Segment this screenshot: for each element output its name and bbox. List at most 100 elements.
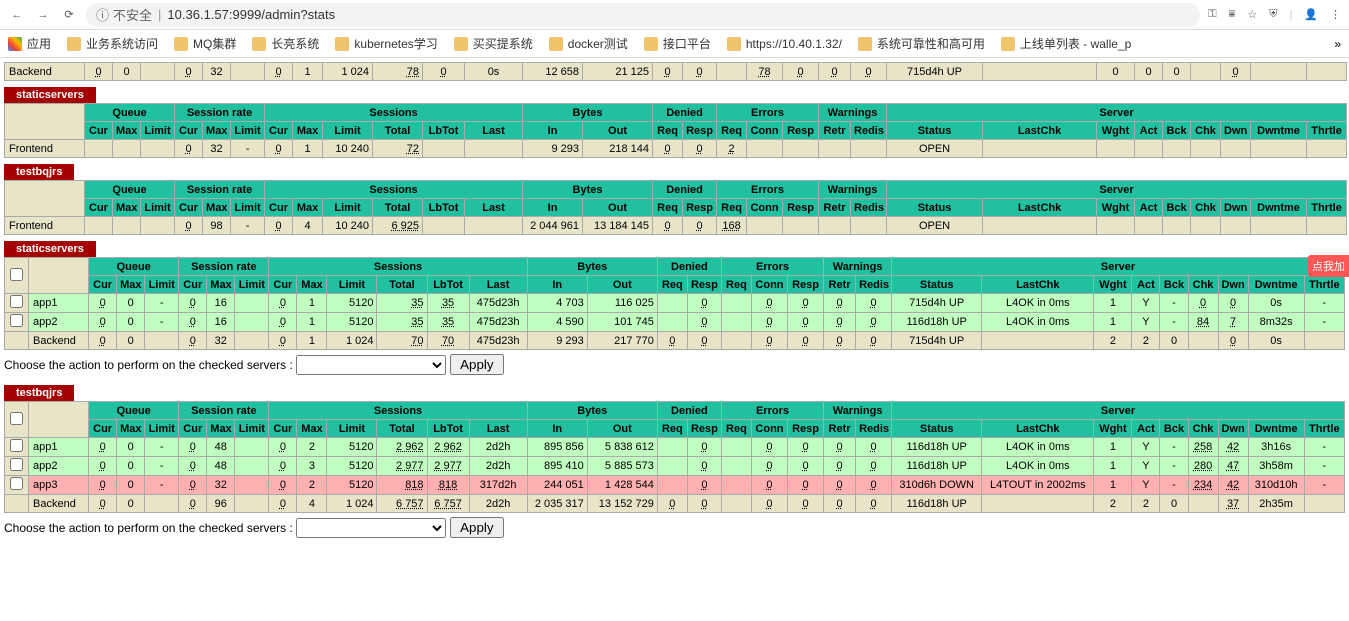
back-button[interactable]: ← — [8, 6, 26, 24]
cell-b_in: 9 293 — [527, 332, 587, 350]
key-icon[interactable]: ⚿ — [1208, 8, 1216, 21]
cell-s_tot: 818 — [377, 476, 427, 495]
section-title[interactable]: testbqjrs — [4, 164, 74, 180]
select-all-checkbox[interactable] — [10, 268, 23, 281]
bookmark-item[interactable]: 长亮系统 — [252, 35, 319, 52]
cell-w_red — [851, 217, 887, 235]
cell-d_req — [657, 438, 687, 457]
bookmark-item[interactable]: 上线单列表 - walle_p — [1001, 35, 1131, 52]
bookmarks-overflow[interactable]: » — [1334, 37, 1341, 51]
cell-bck: 0 — [1160, 495, 1188, 513]
shield-icon[interactable]: ⛨ — [1269, 8, 1277, 21]
cell-thrtle: - — [1304, 313, 1344, 332]
cell-dwn — [1221, 217, 1251, 235]
cell-bck: - — [1160, 313, 1188, 332]
cell-sr_lim — [235, 313, 269, 332]
cell-s_lb: 35 — [427, 294, 469, 313]
cell-q_lim: - — [145, 476, 179, 495]
cell-s_cur: 0 — [269, 332, 297, 350]
bookmark-label: docker测试 — [568, 35, 628, 52]
cell-d_req: 0 — [657, 332, 687, 350]
row-name[interactable]: app2 — [29, 313, 89, 332]
section-title[interactable]: staticservers — [4, 241, 96, 257]
profile-icon[interactable]: 👤 — [1304, 8, 1318, 21]
row-name[interactable]: app1 — [29, 438, 89, 457]
row-name[interactable]: Backend — [29, 495, 89, 513]
cell-d_req: 0 — [653, 63, 683, 81]
cell-w_red: 0 — [856, 438, 892, 457]
browser-toolbar: ← → ⟳ ⓘ 不安全 | 10.36.1.57:9999/admin?stat… — [0, 0, 1349, 30]
action-select[interactable] — [296, 355, 446, 375]
cell-lastchk — [983, 140, 1097, 158]
cell-s_tot: 6 757 — [377, 495, 427, 513]
cell-status: 715d4h UP — [892, 332, 982, 350]
cell-w_red: 0 — [856, 294, 892, 313]
section-title[interactable]: staticservers — [4, 87, 96, 103]
cell-s_tot: 78 — [373, 63, 423, 81]
bookmark-item[interactable]: kubernetes学习 — [335, 35, 437, 52]
cell-sr_cur: 0 — [179, 332, 207, 350]
cell-thrtle — [1304, 495, 1344, 513]
bookmark-item[interactable]: docker测试 — [549, 35, 628, 52]
forward-button[interactable]: → — [34, 6, 52, 24]
cell-s_last — [465, 140, 523, 158]
cell-thrtle — [1307, 63, 1347, 81]
cell-w_ret: 0 — [824, 476, 856, 495]
select-all-checkbox[interactable] — [10, 412, 23, 425]
cell-s_cur: 0 — [265, 140, 293, 158]
row-name[interactable]: app1 — [29, 294, 89, 313]
address-bar[interactable]: ⓘ 不安全 | 10.36.1.57:9999/admin?stats — [86, 3, 1200, 27]
row-checkbox[interactable] — [10, 314, 23, 327]
row-checkbox[interactable] — [10, 477, 23, 490]
cell-sr_lim — [231, 63, 265, 81]
cell-d_rsp: 0 — [687, 294, 721, 313]
row-name[interactable]: Frontend — [5, 140, 85, 158]
cell-e_req — [721, 457, 751, 476]
row-checkbox[interactable] — [10, 439, 23, 452]
cell-chk — [1188, 332, 1218, 350]
cell-q_cur: 0 — [89, 457, 117, 476]
table-row: app300-032025120818818317d2h244 0511 428… — [5, 476, 1345, 495]
bookmark-item[interactable]: 应用 — [8, 35, 51, 52]
cell-q_lim — [145, 332, 179, 350]
folder-icon — [335, 37, 349, 51]
reload-button[interactable]: ⟳ — [60, 6, 78, 24]
cell-sr_max: 96 — [207, 495, 235, 513]
bookmark-item[interactable]: 接口平台 — [644, 35, 711, 52]
cell-act: 0 — [1135, 63, 1163, 81]
stats-table: QueueSession rateSessionsBytesDeniedErro… — [4, 401, 1345, 513]
apply-button[interactable]: Apply — [450, 517, 503, 538]
apply-button[interactable]: Apply — [450, 354, 503, 375]
row-checkbox[interactable] — [10, 295, 23, 308]
bookmark-item[interactable]: MQ集群 — [174, 35, 236, 52]
bookmark-label: https://10.40.1.32/ — [746, 37, 842, 51]
row-name[interactable]: Backend — [29, 332, 89, 350]
cell-sr_lim: - — [231, 140, 265, 158]
cell-thrtle: - — [1304, 438, 1344, 457]
row-name[interactable]: Frontend — [5, 217, 85, 235]
row-checkbox[interactable] — [10, 458, 23, 471]
translate-icon[interactable]: ⩸ — [1229, 8, 1236, 21]
bookmark-item[interactable]: 买买提系统 — [454, 35, 533, 52]
float-badge[interactable]: 点我加 — [1308, 255, 1349, 277]
cell-b_out: 218 144 — [583, 140, 653, 158]
action-select[interactable] — [296, 518, 446, 538]
cell-chk — [1191, 63, 1221, 81]
cell-lastchk: L4TOUT in 2002ms — [982, 476, 1094, 495]
star-icon[interactable]: ☆ — [1247, 8, 1257, 21]
row-name[interactable]: app2 — [29, 457, 89, 476]
section-title[interactable]: testbqjrs — [4, 385, 74, 401]
cell-dwntme: 8m32s — [1248, 313, 1304, 332]
cell-s_lim: 10 240 — [323, 217, 373, 235]
action-form: Choose the action to perform on the chec… — [4, 513, 1345, 542]
menu-icon[interactable]: ⋮ — [1330, 8, 1341, 21]
bookmark-item[interactable]: 系统可靠性和高可用 — [858, 35, 985, 52]
folder-icon — [454, 37, 468, 51]
cell-d_rsp: 0 — [687, 495, 721, 513]
bookmark-item[interactable]: 业务系统访问 — [67, 35, 158, 52]
cell-s_tot: 2 977 — [377, 457, 427, 476]
row-name[interactable]: Backend — [5, 63, 85, 81]
cell-wght: 1 — [1094, 294, 1132, 313]
row-name[interactable]: app3 — [29, 476, 89, 495]
bookmark-item[interactable]: https://10.40.1.32/ — [727, 37, 842, 51]
